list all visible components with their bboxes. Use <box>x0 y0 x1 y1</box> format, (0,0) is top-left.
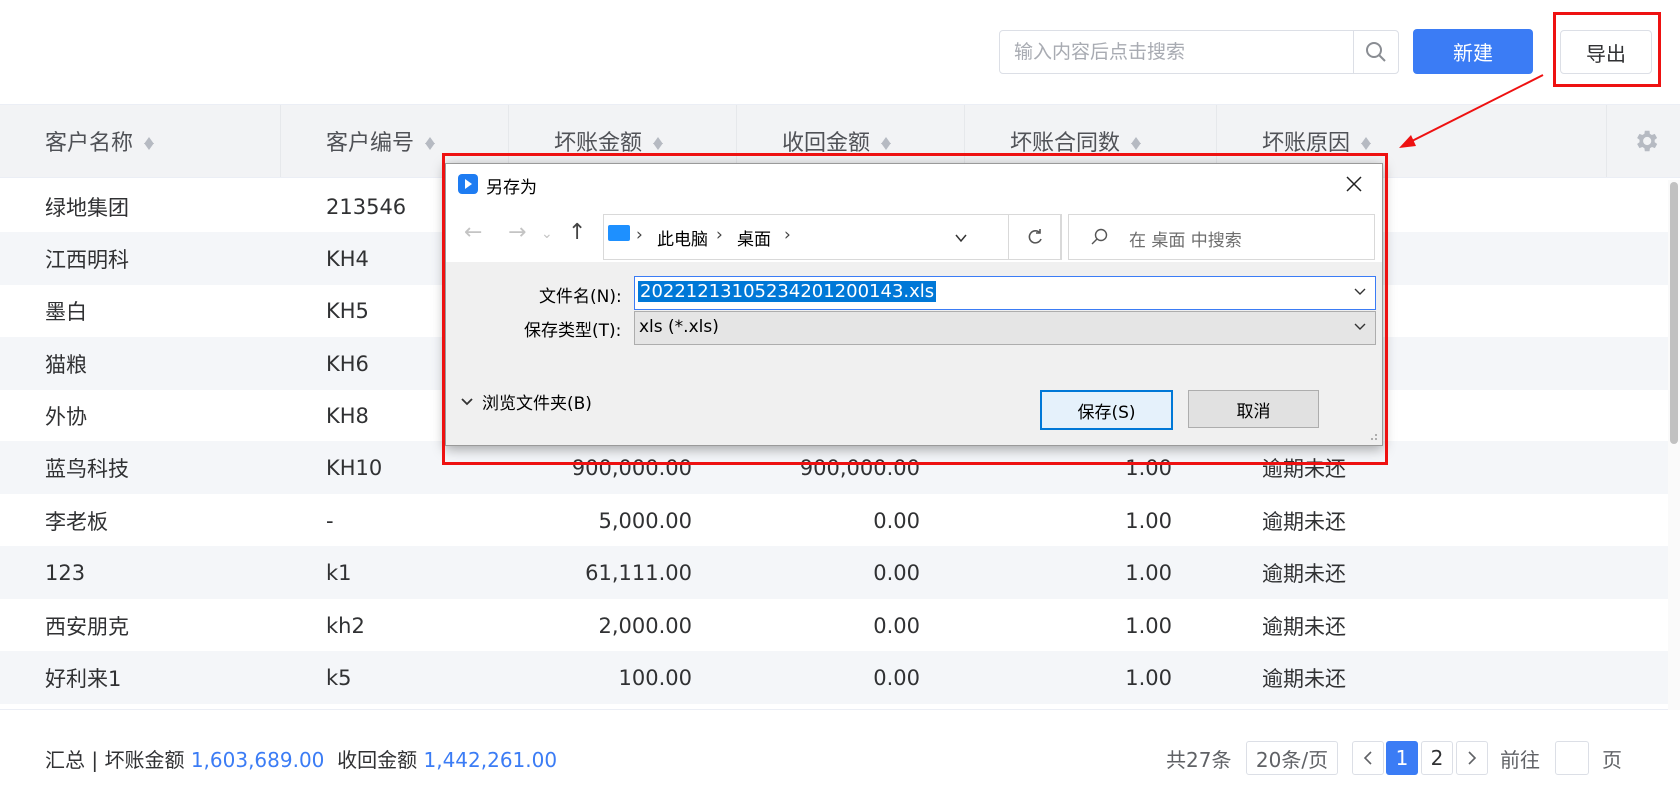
cell-bad-debt-amount: 2,000.00 <box>598 613 692 638</box>
cell-customer-code: 213546 <box>326 194 407 219</box>
cell-customer-name: 外协 <box>45 404 87 429</box>
cell-contract-count: 1.00 <box>1125 508 1172 533</box>
bad-debt-total: 1,603,689.00 <box>190 748 325 772</box>
cell-customer-name: 西安朋克 <box>45 614 129 639</box>
cell-customer-name: 李老板 <box>45 509 108 534</box>
column-label: 客户编号 <box>326 131 415 156</box>
cell-contract-count: 1.00 <box>1125 613 1172 638</box>
cell-bad-debt-reason: 逾期未还 <box>1262 666 1346 691</box>
page-button-1[interactable]: 1 <box>1386 741 1418 775</box>
column-header-customer-name[interactable]: 客户名称 <box>45 105 155 177</box>
table-row[interactable]: 西安朋克 kh2 2,000.00 0.00 1.00 逾期未还 <box>0 599 1668 652</box>
sort-icon[interactable] <box>652 130 664 152</box>
next-page-button[interactable] <box>1456 741 1488 775</box>
cell-contract-count: 1.00 <box>1125 665 1172 690</box>
cell-recovered-amount: 0.00 <box>873 560 920 585</box>
goto-label: 前往 <box>1500 748 1540 772</box>
cell-customer-name: 江西明科 <box>45 247 129 272</box>
export-highlight-box <box>1553 12 1661 87</box>
cell-contract-count: 1.00 <box>1125 560 1172 585</box>
cell-customer-code: kh2 <box>326 613 365 638</box>
cell-customer-name: 猫粮 <box>45 352 87 377</box>
summary-bar: 汇总 | 坏账金额 1,603,689.00 收回金额 1,442,261.00 <box>45 744 557 773</box>
column-label: 客户名称 <box>45 131 134 156</box>
cell-customer-code: KH6 <box>326 351 369 376</box>
cell-bad-debt-reason: 逾期未还 <box>1262 561 1346 586</box>
cell-bad-debt-amount: 5,000.00 <box>598 508 692 533</box>
cell-bad-debt-amount: 61,111.00 <box>585 560 692 585</box>
sort-icon[interactable] <box>1130 130 1142 152</box>
total-count: 共27条 <box>1166 748 1232 772</box>
cell-recovered-amount: 0.00 <box>873 613 920 638</box>
cell-bad-debt-amount: 100.00 <box>618 665 692 690</box>
search-button[interactable] <box>1353 31 1398 73</box>
gear-icon[interactable] <box>1632 127 1660 155</box>
summary-label: 汇总 | 坏账金额 <box>45 748 185 772</box>
column-divider <box>280 105 281 177</box>
cell-customer-code: KH8 <box>326 403 369 428</box>
cell-recovered-amount: 0.00 <box>873 665 920 690</box>
chevron-left-icon <box>1363 751 1372 765</box>
sort-icon[interactable] <box>143 130 155 152</box>
dialog-highlight-box <box>442 153 1388 465</box>
page-suffix: 页 <box>1602 748 1622 772</box>
sort-icon[interactable] <box>1360 130 1372 152</box>
cell-bad-debt-reason: 逾期未还 <box>1262 509 1346 534</box>
cell-customer-code: k1 <box>326 560 352 585</box>
new-button[interactable]: 新建 <box>1413 29 1533 74</box>
cell-customer-code: KH5 <box>326 298 369 323</box>
page-button-2[interactable]: 2 <box>1421 741 1453 775</box>
sort-icon[interactable] <box>424 130 436 152</box>
cell-bad-debt-reason: 逾期未还 <box>1262 614 1346 639</box>
cell-customer-name: 蓝鸟科技 <box>45 456 129 481</box>
cell-customer-code: KH10 <box>326 455 383 480</box>
cell-customer-code: - <box>326 508 334 533</box>
recovered-label: 收回金额 <box>337 748 418 772</box>
table-bottom-divider <box>0 709 1668 710</box>
cell-customer-name: 好利来1 <box>45 666 122 691</box>
table-row[interactable]: 好利来1 k5 100.00 0.00 1.00 逾期未还 <box>0 651 1668 704</box>
cell-recovered-amount: 0.00 <box>873 508 920 533</box>
cell-customer-name: 123 <box>45 560 86 585</box>
search-icon <box>1366 42 1386 62</box>
column-divider <box>1606 105 1607 177</box>
table-row[interactable]: 李老板 - 5,000.00 0.00 1.00 逾期未还 <box>0 494 1668 547</box>
page-size-select[interactable]: 20条/页 <box>1246 741 1338 775</box>
column-header-customer-code[interactable]: 客户编号 <box>326 105 436 177</box>
goto-page-input[interactable] <box>1555 741 1589 775</box>
prev-page-button[interactable] <box>1352 741 1384 775</box>
cell-customer-code: k5 <box>326 665 352 690</box>
search-input[interactable] <box>1000 31 1384 73</box>
sort-icon[interactable] <box>880 130 892 152</box>
cell-customer-name: 绿地集团 <box>45 195 129 220</box>
chevron-right-icon <box>1468 751 1477 765</box>
search-box <box>999 30 1399 74</box>
vertical-scrollbar-thumb[interactable] <box>1670 182 1678 444</box>
table-row[interactable]: 123 k1 61,111.00 0.00 1.00 逾期未还 <box>0 546 1668 599</box>
cell-customer-code: KH4 <box>326 246 369 271</box>
cell-customer-name: 墨白 <box>45 299 87 324</box>
recovered-total: 1,442,261.00 <box>423 748 558 772</box>
